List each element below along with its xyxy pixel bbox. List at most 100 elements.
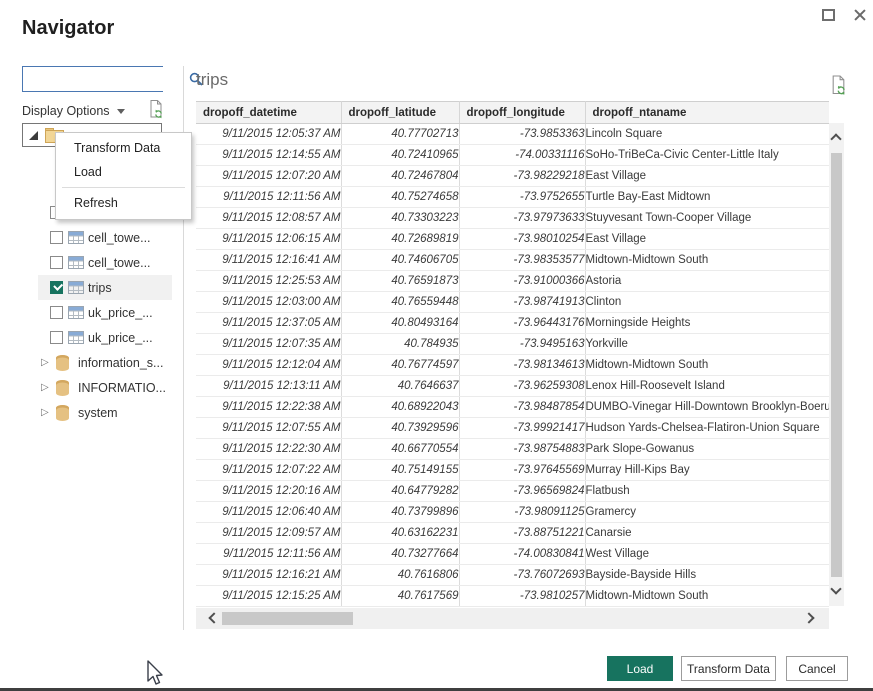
table-row[interactable]: 9/11/2015 12:22:38 AM40.68922043-73.9848… (196, 397, 829, 418)
tree-item-table[interactable]: trips (38, 275, 172, 300)
mouse-cursor (146, 660, 166, 688)
cell-longitude: -73.98487854 (459, 397, 585, 418)
tree-item-table[interactable]: cell_towe... (22, 250, 172, 275)
cell-ntaname: Gramercy (585, 502, 829, 523)
cell-latitude: 40.66770554 (341, 439, 459, 460)
table-row[interactable]: 9/11/2015 12:07:35 AM40.784935-73.949516… (196, 334, 829, 355)
cell-datetime: 9/11/2015 12:05:37 AM (196, 124, 341, 145)
cell-datetime: 9/11/2015 12:20:16 AM (196, 481, 341, 502)
expand-collapsed-icon[interactable]: ▷ (41, 357, 49, 368)
checkbox-checked[interactable] (50, 281, 63, 294)
table-row[interactable]: 9/11/2015 12:12:04 AM40.76774597-73.9813… (196, 355, 829, 376)
cell-datetime: 9/11/2015 12:37:05 AM (196, 313, 341, 334)
cell-longitude: -73.96259308 (459, 376, 585, 397)
menu-item-load[interactable]: Load (56, 160, 191, 184)
cell-datetime: 9/11/2015 12:12:04 AM (196, 355, 341, 376)
table-row[interactable]: 9/11/2015 12:11:56 AM40.75274658-73.9752… (196, 187, 829, 208)
expand-collapsed-icon[interactable]: ▷ (41, 382, 49, 393)
cell-latitude: 40.73929596 (341, 418, 459, 439)
cell-datetime: 9/11/2015 12:16:41 AM (196, 250, 341, 271)
table-row[interactable]: 9/11/2015 12:25:53 AM40.76591873-73.9100… (196, 271, 829, 292)
table-icon (68, 256, 84, 269)
table-row[interactable]: 9/11/2015 12:37:05 AM40.80493164-73.9644… (196, 313, 829, 334)
table-row[interactable]: 9/11/2015 12:06:15 AM40.72689819-73.9801… (196, 229, 829, 250)
cell-latitude: 40.73277664 (341, 544, 459, 565)
expand-open-icon[interactable] (29, 131, 38, 140)
maximize-icon[interactable] (822, 9, 835, 21)
database-icon (56, 380, 69, 396)
table-row[interactable]: 9/11/2015 12:07:22 AM40.75149155-73.9764… (196, 460, 829, 481)
menu-item-refresh[interactable]: Refresh (56, 191, 191, 215)
refresh-preview-icon[interactable] (830, 74, 847, 101)
table-row[interactable]: 9/11/2015 12:16:41 AM40.74606705-73.9835… (196, 250, 829, 271)
checkbox-unchecked[interactable] (50, 306, 63, 319)
table-row[interactable]: 9/11/2015 12:05:37 AM40.77702713-73.9853… (196, 124, 829, 145)
table-row[interactable]: 9/11/2015 12:16:21 AM40.7616806-73.76072… (196, 565, 829, 586)
table-row[interactable]: 9/11/2015 12:15:25 AM40.7617569-73.98102… (196, 586, 829, 607)
checkbox-unchecked[interactable] (50, 231, 63, 244)
vertical-scroll-thumb[interactable] (831, 153, 842, 577)
cell-longitude: -73.76072693 (459, 565, 585, 586)
table-row[interactable]: 9/11/2015 12:03:00 AM40.76559448-73.9874… (196, 292, 829, 313)
tree-item-label: cell_towe... (88, 231, 151, 245)
cell-datetime: 9/11/2015 12:11:56 AM (196, 187, 341, 208)
table-row[interactable]: 9/11/2015 12:07:55 AM40.73929596-73.9992… (196, 418, 829, 439)
tree-item-label: trips (88, 281, 112, 295)
cell-latitude: 40.7616806 (341, 565, 459, 586)
tree-item-table[interactable]: uk_price_... (22, 300, 172, 325)
cell-ntaname: Lenox Hill-Roosevelt Island (585, 376, 829, 397)
tree-item-table[interactable]: cell_towe... (22, 225, 172, 250)
cell-ntaname: Yorkville (585, 334, 829, 355)
table-row[interactable]: 9/11/2015 12:11:56 AM40.73277664-74.0083… (196, 544, 829, 565)
table-row[interactable]: 9/11/2015 12:07:20 AM40.72467804-73.9822… (196, 166, 829, 187)
cell-ntaname: West Village (585, 544, 829, 565)
cell-latitude: 40.80493164 (341, 313, 459, 334)
table-row[interactable]: 9/11/2015 12:14:55 AM40.72410965-74.0033… (196, 145, 829, 166)
column-header: dropoff_latitude (341, 102, 459, 124)
horizontal-scrollbar[interactable] (196, 608, 829, 629)
scroll-down-icon[interactable] (830, 583, 841, 594)
checkbox-unchecked[interactable] (50, 256, 63, 269)
cell-latitude: 40.72467804 (341, 166, 459, 187)
table-row[interactable]: 9/11/2015 12:13:11 AM40.7646637-73.96259… (196, 376, 829, 397)
vertical-scrollbar[interactable] (829, 123, 844, 606)
tree-item-folder[interactable]: ▷information_s... (22, 350, 172, 375)
tree-item-table[interactable]: uk_price_... (22, 325, 172, 350)
transform-data-button[interactable]: Transform Data (681, 656, 776, 681)
cell-ntaname: Lincoln Square (585, 124, 829, 145)
cell-longitude: -73.98353577 (459, 250, 585, 271)
tree-item-label: cell_towe... (88, 256, 151, 270)
table-row[interactable]: 9/11/2015 12:06:40 AM40.73799896-73.9809… (196, 502, 829, 523)
cell-latitude: 40.63162231 (341, 523, 459, 544)
cell-longitude: -73.96569824 (459, 481, 585, 502)
cancel-button[interactable]: Cancel (786, 656, 848, 681)
cell-ntaname: Midtown-Midtown South (585, 355, 829, 376)
horizontal-scroll-thumb[interactable] (222, 612, 353, 625)
table-row[interactable]: 9/11/2015 12:09:57 AM40.63162231-73.8875… (196, 523, 829, 544)
cell-ntaname: Astoria (585, 271, 829, 292)
cell-ntaname: Hudson Yards-Chelsea-Flatiron-Union Squa… (585, 418, 829, 439)
table-row[interactable]: 9/11/2015 12:08:57 AM40.73303223-73.9797… (196, 208, 829, 229)
tree-item-label: uk_price_... (88, 331, 153, 345)
cell-longitude: -73.97645569 (459, 460, 585, 481)
menu-item-transform-data[interactable]: Transform Data (56, 136, 191, 160)
display-options[interactable]: Display Options (22, 101, 163, 121)
tree-item-folder[interactable]: ▷INFORMATIO... (22, 375, 172, 400)
tree-item-folder[interactable]: ▷system (22, 400, 172, 425)
scroll-left-icon[interactable] (208, 612, 219, 623)
checkbox-unchecked[interactable] (50, 331, 63, 344)
scroll-up-icon[interactable] (830, 133, 841, 144)
preview-table: dropoff_datetimedropoff_latitudedropoff_… (196, 101, 829, 607)
close-icon[interactable] (853, 8, 867, 22)
refresh-preview-icon[interactable] (148, 99, 164, 124)
scroll-right-icon[interactable] (803, 612, 814, 623)
table-row[interactable]: 9/11/2015 12:22:30 AM40.66770554-73.9875… (196, 439, 829, 460)
table-row[interactable]: 9/11/2015 12:20:16 AM40.64779282-73.9656… (196, 481, 829, 502)
expand-collapsed-icon[interactable]: ▷ (41, 407, 49, 418)
load-button[interactable]: Load (607, 656, 673, 681)
search-input[interactable] (23, 67, 189, 91)
search-box[interactable] (22, 66, 163, 92)
cell-latitude: 40.77702713 (341, 124, 459, 145)
cell-datetime: 9/11/2015 12:11:56 AM (196, 544, 341, 565)
cell-datetime: 9/11/2015 12:16:21 AM (196, 565, 341, 586)
